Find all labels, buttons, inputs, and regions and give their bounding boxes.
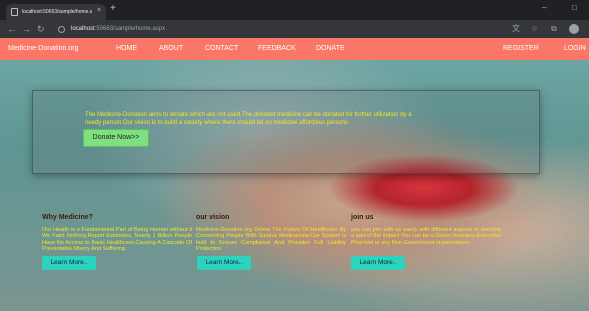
nav-feedback[interactable]: FEEDBACK [258, 38, 296, 60]
nav-donate[interactable]: DONATE [316, 38, 345, 60]
extensions-icon[interactable]: ⧉ [551, 23, 557, 35]
brand-link[interactable]: Medicine-Donation.org [8, 38, 78, 60]
url-text: localhost:50663/sample/home.aspx [71, 26, 165, 32]
new-tab-icon[interactable]: + [110, 4, 116, 14]
hero-panel: The Medicine-Donation aims to donate whi… [32, 90, 540, 174]
profile-icon[interactable] [569, 24, 579, 34]
address-bar[interactable]: localhost:50663/sample/home.aspx [58, 23, 490, 35]
site-info-icon[interactable] [58, 25, 65, 33]
page-viewport: Medicine-Donation.org HOME ABOUT CONTACT… [0, 38, 589, 311]
url-path: :50663/sample/home.aspx [94, 26, 166, 32]
back-icon[interactable]: ← [7, 23, 16, 35]
learn-more-button-why[interactable]: Learn More.. [42, 256, 96, 270]
site-navbar: Medicine-Donation.org HOME ABOUT CONTACT… [0, 38, 589, 60]
browser-window: localhost:50663/sample/home.asp × + – □ … [0, 0, 589, 311]
hero-text: The Medicine-Donation aims to donate whi… [85, 111, 525, 127]
learn-more-button-vision[interactable]: Learn More.. [197, 256, 251, 270]
tab-strip: localhost:50663/sample/home.asp × + – □ [0, 0, 589, 20]
reload-icon[interactable]: ↻ [37, 23, 45, 35]
page-icon [11, 8, 18, 16]
login-link[interactable]: LOGIN [564, 38, 586, 60]
close-tab-icon[interactable]: × [97, 6, 101, 16]
maximize-icon[interactable]: □ [572, 3, 577, 12]
nav-home[interactable]: HOME [116, 38, 137, 60]
hero-text-line-2: needy person.Our vision is to build a so… [85, 120, 349, 126]
browser-tab[interactable]: localhost:50663/sample/home.asp × [6, 4, 106, 20]
donate-now-button[interactable]: Donate Now>> [83, 129, 149, 147]
forward-icon[interactable]: → [22, 23, 31, 35]
browser-toolbar: ← → ↻ localhost:50663/sample/home.aspx 文… [0, 20, 589, 38]
learn-more-button-join[interactable]: Learn More.. [351, 256, 405, 270]
nav-about[interactable]: ABOUT [159, 38, 183, 60]
translate-icon[interactable]: 文 [512, 23, 520, 35]
section-title: our vision [196, 214, 230, 221]
nav-contact[interactable]: CONTACT [205, 38, 238, 60]
register-link[interactable]: REGISTER [503, 38, 539, 60]
section-title: Why Medicine? [42, 214, 93, 221]
tab-title: localhost:50663/sample/home.asp [22, 9, 92, 15]
section-title: join us [351, 214, 374, 221]
hero-text-line-1: The Medicine-Donation aims to donate whi… [85, 112, 412, 118]
minimize-icon[interactable]: – [542, 3, 546, 12]
star-icon[interactable]: ☆ [531, 23, 538, 35]
url-host: localhost [71, 26, 95, 32]
